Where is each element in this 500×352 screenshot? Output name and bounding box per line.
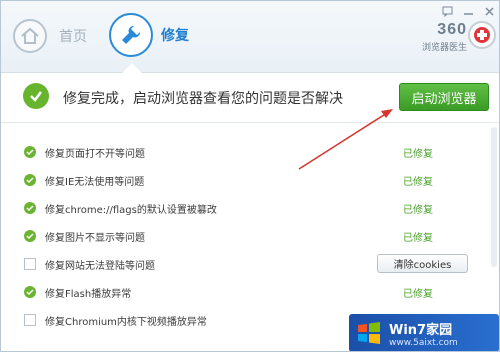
watermark: Win7家园 www.5aixt.com: [349, 314, 499, 351]
windows-logo-icon: [358, 322, 380, 344]
close-icon[interactable]: [483, 5, 495, 17]
item-label: 修复Flash播放异常: [45, 289, 132, 300]
list-item: 修复网站无法登陆等问题 清除cookies: [1, 251, 499, 277]
watermark-url: www.5aixt.com: [389, 337, 458, 348]
item-label: 修复Chromium内核下视频播放异常: [45, 317, 207, 328]
repair-label: 修复: [161, 28, 189, 44]
brand: 360 浏览器医生: [397, 21, 467, 53]
check-icon[interactable]: [24, 174, 36, 186]
list-item: 修复图片不显示等问题 已修复: [1, 223, 499, 249]
clear-cookies-button[interactable]: 清除cookies: [377, 254, 468, 273]
check-icon[interactable]: [24, 202, 36, 214]
item-label: 修复IE无法使用等问题: [45, 177, 145, 188]
unchecked-checkbox[interactable]: [24, 314, 36, 326]
item-status: 已修复: [403, 149, 433, 160]
result-banner: 修复完成，启动浏览器查看您的问题是否解决 启动浏览器: [1, 73, 499, 123]
result-message: 修复完成，启动浏览器查看您的问题是否解决: [63, 91, 343, 107]
item-label: 修复图片不显示等问题: [45, 233, 145, 244]
list-item: 修复页面打不开等问题 已修复: [1, 139, 499, 165]
list-item: 修复IE无法使用等问题 已修复: [1, 167, 499, 193]
item-label: 修复chrome://flags的默认设置被篡改: [45, 205, 217, 216]
launch-browser-button[interactable]: 启动浏览器: [399, 83, 489, 111]
window-controls: [441, 5, 495, 17]
minimize-icon[interactable]: [462, 5, 474, 17]
browser-doctor-window: 首页 修复 360 浏览器医生 修复完成，启动浏览器查看您的问题是否解决 启动浏…: [0, 0, 500, 352]
item-label: 修复页面打不开等问题: [45, 149, 145, 160]
header: 首页 修复 360 浏览器医生: [1, 1, 499, 73]
item-status: 已修复: [403, 233, 433, 244]
list-item: 修复chrome://flags的默认设置被篡改 已修复: [1, 195, 499, 221]
brand-name: 360: [437, 21, 467, 38]
watermark-title: Win7家园: [389, 322, 453, 338]
wrench-icon: [109, 13, 153, 57]
item-status: 已修复: [403, 205, 433, 216]
active-tab-pointer: [122, 63, 142, 73]
medical-cross-icon: [468, 21, 496, 49]
home-label: 首页: [59, 29, 87, 45]
item-status: 已修复: [403, 289, 433, 300]
check-icon[interactable]: [24, 286, 36, 298]
success-check-icon: [23, 83, 49, 109]
item-status: 已修复: [403, 177, 433, 188]
scrollbar[interactable]: [491, 127, 497, 267]
list-item: 修复Flash播放异常 已修复: [1, 279, 499, 305]
feedback-icon[interactable]: [441, 5, 453, 17]
check-icon[interactable]: [24, 146, 36, 158]
home-icon: [13, 19, 47, 53]
check-icon[interactable]: [24, 230, 36, 242]
brand-subtitle: 浏览器医生: [421, 43, 467, 53]
unchecked-checkbox[interactable]: [24, 258, 36, 270]
nav-repair[interactable]: 修复: [109, 13, 189, 57]
nav-home[interactable]: 首页: [13, 19, 87, 53]
item-label: 修复网站无法登陆等问题: [45, 261, 155, 272]
